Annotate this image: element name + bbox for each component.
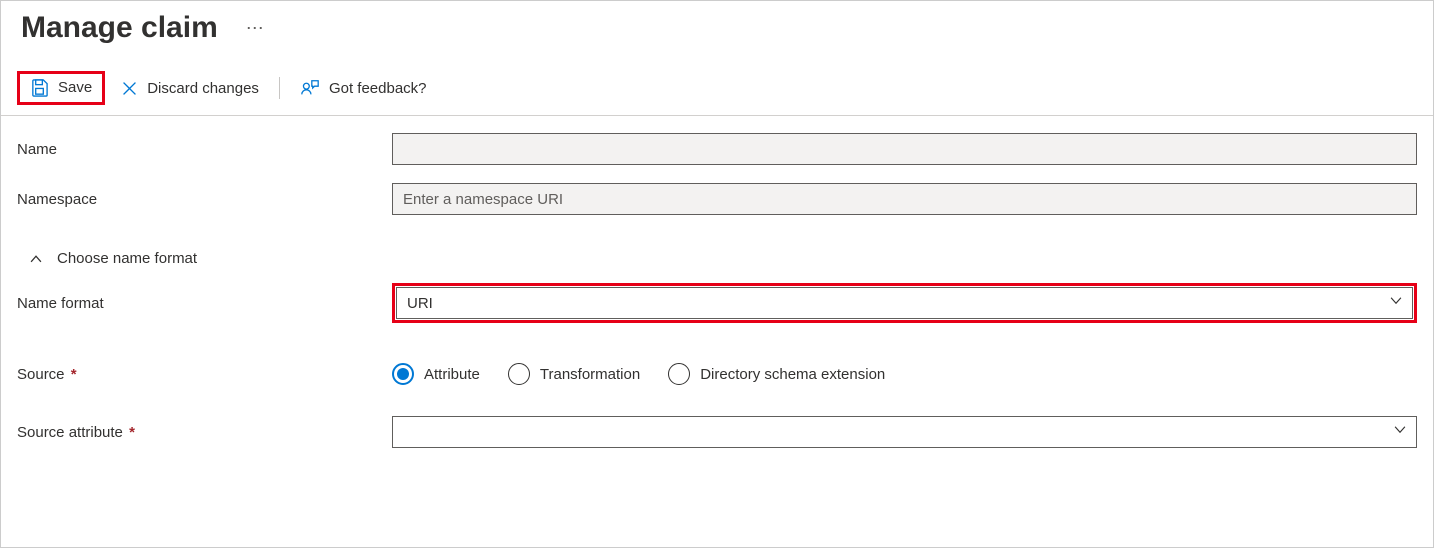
save-icon bbox=[30, 78, 49, 97]
namespace-input[interactable] bbox=[392, 183, 1417, 215]
source-attribute-label-text: Source attribute bbox=[17, 424, 123, 441]
radio-transformation-label: Transformation bbox=[540, 366, 640, 383]
close-icon bbox=[121, 80, 138, 97]
radio-dirext-label: Directory schema extension bbox=[700, 366, 885, 383]
row-source: Source * Attribute Transformation Direct… bbox=[1, 349, 1433, 399]
source-attribute-select[interactable] bbox=[392, 416, 1417, 448]
highlight-name-format: URI bbox=[392, 283, 1417, 323]
source-attribute-label: Source attribute * bbox=[17, 424, 392, 441]
save-button-label: Save bbox=[58, 79, 92, 96]
name-label: Name bbox=[17, 141, 392, 158]
namespace-label: Namespace bbox=[17, 191, 392, 208]
source-radio-group: Attribute Transformation Directory schem… bbox=[392, 363, 885, 385]
command-bar: Save Discard changes Got feedback? bbox=[1, 67, 1433, 116]
page-title: Manage claim bbox=[21, 11, 218, 45]
chevron-up-icon bbox=[29, 252, 43, 266]
choose-name-format-label: Choose name format bbox=[57, 250, 197, 267]
more-icon[interactable]: ⋯ bbox=[246, 24, 266, 32]
radio-directory-schema-extension[interactable]: Directory schema extension bbox=[668, 363, 885, 385]
feedback-button[interactable]: Got feedback? bbox=[290, 74, 437, 102]
row-source-attribute: Source attribute * bbox=[1, 407, 1433, 457]
discard-button[interactable]: Discard changes bbox=[111, 76, 269, 101]
row-name-format: Name format URI bbox=[1, 275, 1433, 331]
highlight-save: Save bbox=[17, 71, 105, 105]
source-label-text: Source bbox=[17, 366, 65, 383]
name-input[interactable] bbox=[392, 133, 1417, 165]
feedback-icon bbox=[300, 78, 320, 98]
radio-attribute[interactable]: Attribute bbox=[392, 363, 480, 385]
radio-attribute-label: Attribute bbox=[424, 366, 480, 383]
row-namespace: Namespace bbox=[1, 174, 1433, 224]
save-button[interactable]: Save bbox=[20, 74, 102, 101]
feedback-button-label: Got feedback? bbox=[329, 80, 427, 97]
choose-name-format-toggle[interactable]: Choose name format bbox=[1, 232, 1433, 275]
discard-button-label: Discard changes bbox=[147, 80, 259, 97]
radio-icon bbox=[392, 363, 414, 385]
required-asterisk: * bbox=[129, 424, 135, 441]
required-asterisk: * bbox=[71, 366, 77, 383]
toolbar-divider bbox=[279, 77, 280, 99]
radio-icon bbox=[668, 363, 690, 385]
name-format-select[interactable]: URI bbox=[396, 287, 1413, 319]
name-format-label: Name format bbox=[17, 295, 392, 312]
source-label: Source * bbox=[17, 366, 392, 383]
radio-transformation[interactable]: Transformation bbox=[508, 363, 640, 385]
title-row: Manage claim ⋯ bbox=[1, 7, 1433, 67]
radio-icon bbox=[508, 363, 530, 385]
row-name: Name bbox=[1, 124, 1433, 174]
